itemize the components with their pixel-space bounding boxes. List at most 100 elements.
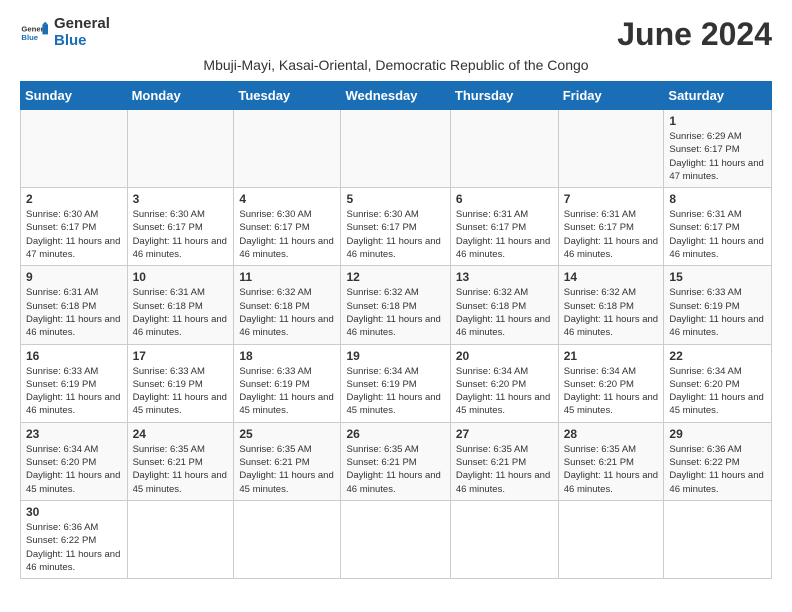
calendar-cell: 20 Sunrise: 6:34 AM Sunset: 6:20 PM Dayli… xyxy=(450,344,558,422)
calendar-cell xyxy=(234,110,341,188)
calendar-week-6: 30Sunrise: 6:36 AM Sunset: 6:22 PM Dayli… xyxy=(21,500,772,578)
weekday-header-tuesday: Tuesday xyxy=(234,82,341,110)
calendar-cell: 21 Sunrise: 6:34 AM Sunset: 6:20 PM Dayli… xyxy=(558,344,664,422)
day-number: 20 xyxy=(456,349,553,363)
calendar-table: SundayMondayTuesdayWednesdayThursdayFrid… xyxy=(20,81,772,579)
generalblue-logo-icon: General Blue xyxy=(20,19,48,47)
day-info: Sunrise: 6:32 AM Sunset: 6:18 PM Dayligh… xyxy=(456,286,553,339)
calendar-cell xyxy=(127,500,234,578)
calendar-cell: 9Sunrise: 6:31 AM Sunset: 6:18 PM Daylig… xyxy=(21,266,128,344)
day-number: 30 xyxy=(26,505,122,519)
location-subtitle: Mbuji-Mayi, Kasai-Oriental, Democratic R… xyxy=(20,57,772,73)
calendar-cell xyxy=(664,500,772,578)
day-number: 21 xyxy=(564,349,659,363)
day-number: 7 xyxy=(564,192,659,206)
calendar-cell: 6 Sunrise: 6:31 AM Sunset: 6:17 PM Daylig… xyxy=(450,188,558,266)
calendar-cell: 11 Sunrise: 6:32 AM Sunset: 6:18 PM Dayli… xyxy=(234,266,341,344)
day-info: Sunrise: 6:31 AM Sunset: 6:17 PM Dayligh… xyxy=(669,208,766,261)
calendar-cell: 17 Sunrise: 6:33 AM Sunset: 6:19 PM Dayli… xyxy=(127,344,234,422)
day-info: Sunrise: 6:32 AM Sunset: 6:18 PM Dayligh… xyxy=(346,286,444,339)
day-number: 4 xyxy=(239,192,335,206)
weekday-header-saturday: Saturday xyxy=(664,82,772,110)
calendar-cell: 2 Sunrise: 6:30 AM Sunset: 6:17 PM Daylig… xyxy=(21,188,128,266)
day-info: Sunrise: 6:31 AM Sunset: 6:17 PM Dayligh… xyxy=(456,208,553,261)
day-number: 8 xyxy=(669,192,766,206)
day-info: Sunrise: 6:34 AM Sunset: 6:20 PM Dayligh… xyxy=(564,365,659,418)
calendar-cell xyxy=(558,500,664,578)
calendar-cell: 27 Sunrise: 6:35 AM Sunset: 6:21 PM Dayli… xyxy=(450,422,558,500)
weekday-header-sunday: Sunday xyxy=(21,82,128,110)
logo-text: General Blue xyxy=(54,16,110,49)
calendar-cell: 23 Sunrise: 6:34 AM Sunset: 6:20 PM Dayli… xyxy=(21,422,128,500)
weekday-header-friday: Friday xyxy=(558,82,664,110)
day-info: Sunrise: 6:33 AM Sunset: 6:19 PM Dayligh… xyxy=(239,365,335,418)
day-info: Sunrise: 6:31 AM Sunset: 6:17 PM Dayligh… xyxy=(564,208,659,261)
calendar-cell: 12 Sunrise: 6:32 AM Sunset: 6:18 PM Dayli… xyxy=(341,266,450,344)
calendar-cell: 28 Sunrise: 6:35 AM Sunset: 6:21 PM Dayli… xyxy=(558,422,664,500)
calendar-cell xyxy=(341,110,450,188)
calendar-cell: 25Sunrise: 6:35 AM Sunset: 6:21 PM Dayli… xyxy=(234,422,341,500)
day-number: 12 xyxy=(346,270,444,284)
day-info: Sunrise: 6:34 AM Sunset: 6:20 PM Dayligh… xyxy=(669,365,766,418)
calendar-cell xyxy=(450,500,558,578)
day-info: Sunrise: 6:30 AM Sunset: 6:17 PM Dayligh… xyxy=(26,208,122,261)
day-info: Sunrise: 6:33 AM Sunset: 6:19 PM Dayligh… xyxy=(669,286,766,339)
calendar-cell xyxy=(450,110,558,188)
day-info: Sunrise: 6:34 AM Sunset: 6:20 PM Dayligh… xyxy=(456,365,553,418)
calendar-week-4: 16 Sunrise: 6:33 AM Sunset: 6:19 PM Dayli… xyxy=(21,344,772,422)
day-number: 26 xyxy=(346,427,444,441)
calendar-cell xyxy=(341,500,450,578)
calendar-cell: 4 Sunrise: 6:30 AM Sunset: 6:17 PM Daylig… xyxy=(234,188,341,266)
calendar-cell: 19 Sunrise: 6:34 AM Sunset: 6:19 PM Dayli… xyxy=(341,344,450,422)
page-header: General Blue General Blue June 2024 xyxy=(20,16,772,53)
day-number: 29 xyxy=(669,427,766,441)
calendar-cell: 24Sunrise: 6:35 AM Sunset: 6:21 PM Dayli… xyxy=(127,422,234,500)
day-info: Sunrise: 6:32 AM Sunset: 6:18 PM Dayligh… xyxy=(564,286,659,339)
calendar-cell: 30Sunrise: 6:36 AM Sunset: 6:22 PM Dayli… xyxy=(21,500,128,578)
day-number: 22 xyxy=(669,349,766,363)
calendar-cell xyxy=(127,110,234,188)
day-number: 11 xyxy=(239,270,335,284)
calendar-week-5: 23 Sunrise: 6:34 AM Sunset: 6:20 PM Dayli… xyxy=(21,422,772,500)
day-number: 16 xyxy=(26,349,122,363)
calendar-cell: 15Sunrise: 6:33 AM Sunset: 6:19 PM Dayli… xyxy=(664,266,772,344)
calendar-cell: 18 Sunrise: 6:33 AM Sunset: 6:19 PM Dayli… xyxy=(234,344,341,422)
day-info: Sunrise: 6:30 AM Sunset: 6:17 PM Dayligh… xyxy=(239,208,335,261)
weekday-header-thursday: Thursday xyxy=(450,82,558,110)
day-info: Sunrise: 6:35 AM Sunset: 6:21 PM Dayligh… xyxy=(564,443,659,496)
day-number: 28 xyxy=(564,427,659,441)
day-number: 14 xyxy=(564,270,659,284)
calendar-cell: 1Sunrise: 6:29 AM Sunset: 6:17 PM Daylig… xyxy=(664,110,772,188)
calendar-cell: 14 Sunrise: 6:32 AM Sunset: 6:18 PM Dayli… xyxy=(558,266,664,344)
day-info: Sunrise: 6:32 AM Sunset: 6:18 PM Dayligh… xyxy=(239,286,335,339)
day-info: Sunrise: 6:29 AM Sunset: 6:17 PM Dayligh… xyxy=(669,130,766,183)
day-info: Sunrise: 6:33 AM Sunset: 6:19 PM Dayligh… xyxy=(133,365,229,418)
day-info: Sunrise: 6:35 AM Sunset: 6:21 PM Dayligh… xyxy=(456,443,553,496)
weekday-header-monday: Monday xyxy=(127,82,234,110)
day-number: 13 xyxy=(456,270,553,284)
day-info: Sunrise: 6:35 AM Sunset: 6:21 PM Dayligh… xyxy=(133,443,229,496)
day-number: 9 xyxy=(26,270,122,284)
calendar-cell xyxy=(558,110,664,188)
day-info: Sunrise: 6:36 AM Sunset: 6:22 PM Dayligh… xyxy=(669,443,766,496)
calendar-week-2: 2 Sunrise: 6:30 AM Sunset: 6:17 PM Daylig… xyxy=(21,188,772,266)
day-number: 27 xyxy=(456,427,553,441)
day-info: Sunrise: 6:34 AM Sunset: 6:19 PM Dayligh… xyxy=(346,365,444,418)
day-number: 23 xyxy=(26,427,122,441)
calendar-header-row: SundayMondayTuesdayWednesdayThursdayFrid… xyxy=(21,82,772,110)
calendar-cell: 29 Sunrise: 6:36 AM Sunset: 6:22 PM Dayli… xyxy=(664,422,772,500)
day-number: 5 xyxy=(346,192,444,206)
calendar-cell xyxy=(234,500,341,578)
day-number: 6 xyxy=(456,192,553,206)
day-number: 18 xyxy=(239,349,335,363)
day-number: 10 xyxy=(133,270,229,284)
day-info: Sunrise: 6:34 AM Sunset: 6:20 PM Dayligh… xyxy=(26,443,122,496)
day-info: Sunrise: 6:33 AM Sunset: 6:19 PM Dayligh… xyxy=(26,365,122,418)
day-number: 25 xyxy=(239,427,335,441)
logo: General Blue General Blue xyxy=(20,16,110,49)
day-number: 3 xyxy=(133,192,229,206)
day-number: 17 xyxy=(133,349,229,363)
calendar-cell: 26Sunrise: 6:35 AM Sunset: 6:21 PM Dayli… xyxy=(341,422,450,500)
day-number: 2 xyxy=(26,192,122,206)
day-number: 19 xyxy=(346,349,444,363)
